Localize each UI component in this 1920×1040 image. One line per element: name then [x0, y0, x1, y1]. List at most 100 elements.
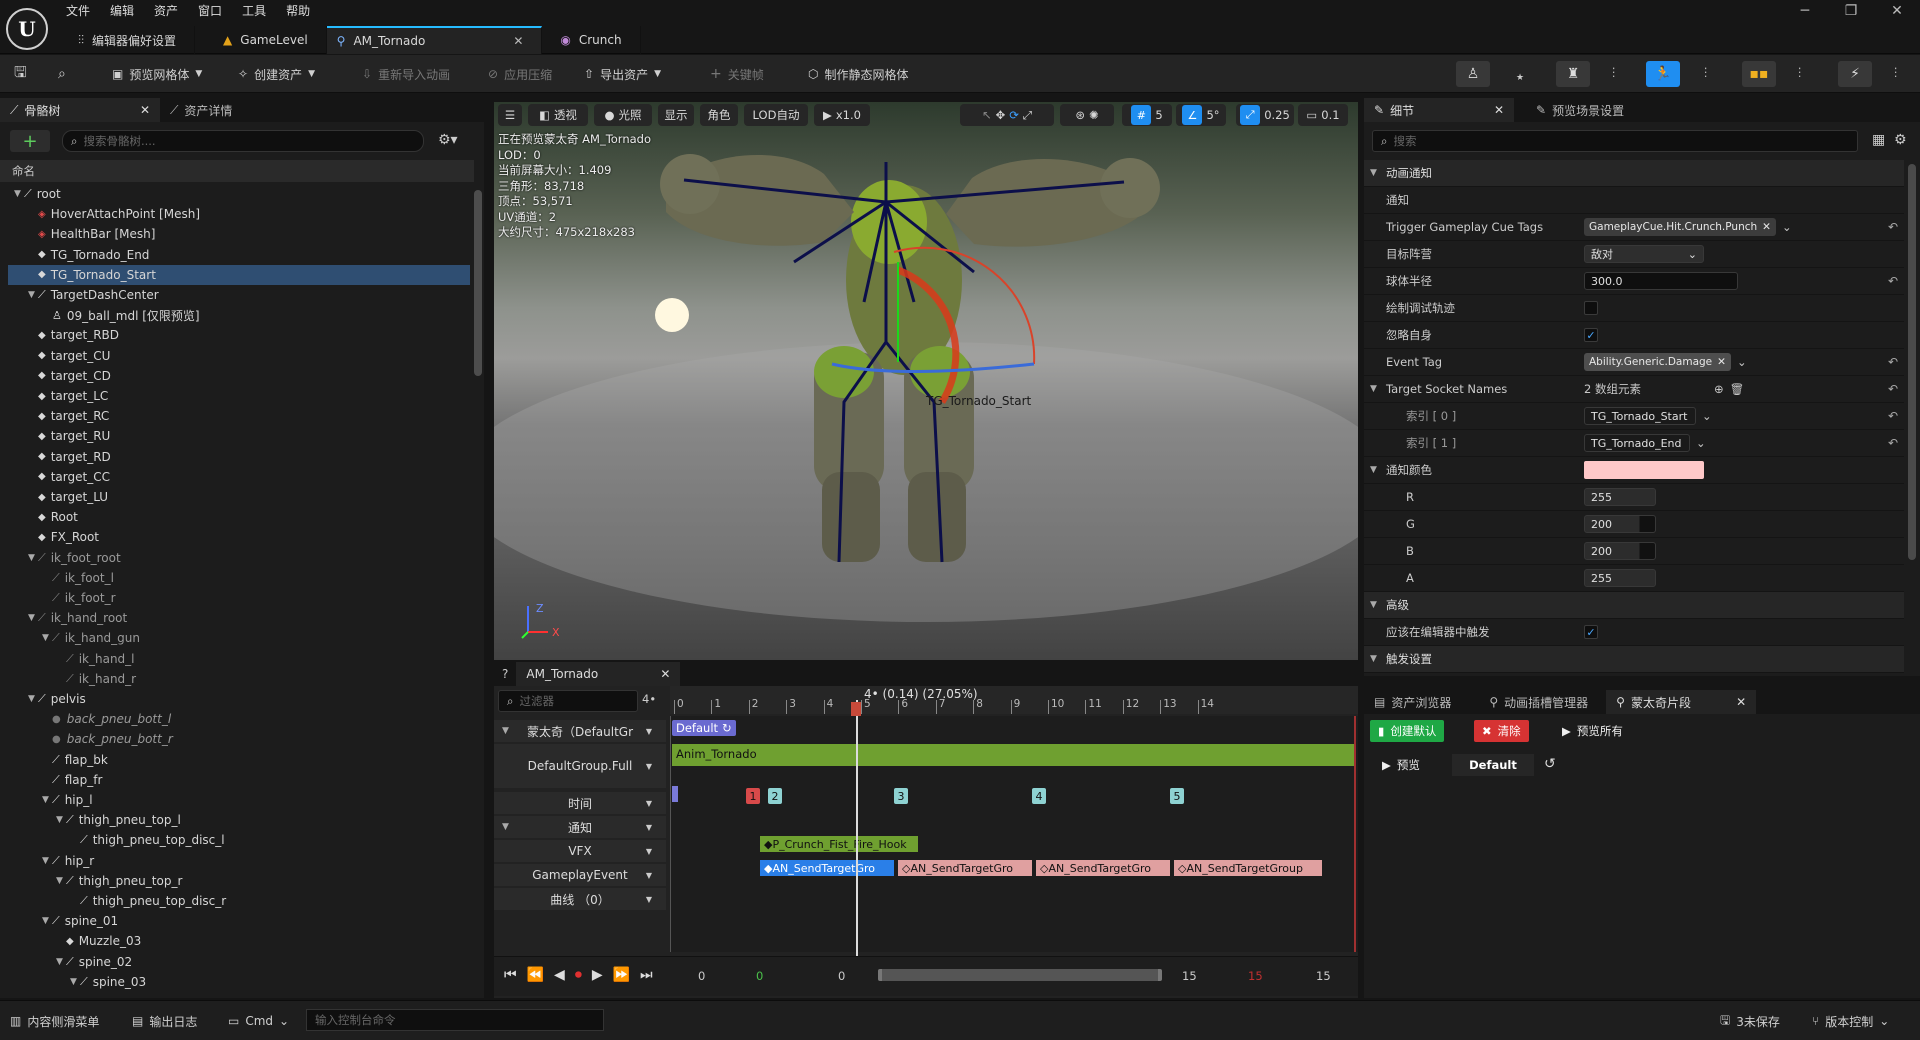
expand-arrow-icon[interactable]: ▼ [14, 189, 24, 199]
show-button[interactable]: 显示 [658, 104, 694, 126]
table-view-icon[interactable]: ▦ [1872, 132, 1885, 148]
reset-arrow-icon[interactable]: ↶ [1888, 355, 1898, 369]
skip-to-start-icon[interactable]: ⏮ [504, 967, 517, 983]
apply-compression-button[interactable]: ⊘ 应用压缩 [488, 62, 552, 86]
tree-row[interactable]: ▼ ⟋ ik_hand_gun [8, 628, 470, 648]
viewport-menu-button[interactable]: ☰ [498, 104, 522, 126]
tab-anim-slot-manager[interactable]: ⚲ 动画插槽管理器 [1479, 690, 1598, 714]
category-anim-notify[interactable]: ▼ 动画通知 [1364, 160, 1904, 187]
close-tab-icon[interactable]: ✕ [1736, 695, 1746, 709]
dropdown-icon[interactable]: ▼ [646, 847, 652, 856]
collapse-arrow-icon[interactable]: ▼ [502, 726, 512, 736]
time-marker-1[interactable]: 1 [746, 788, 760, 804]
playback-speed-button[interactable]: ▶ x1.0 [814, 104, 870, 126]
tree-row[interactable]: ◆ TG_Tornado_Start [8, 264, 470, 285]
tab-skeleton-tree[interactable]: ⟋ 骨骼树 ✕ [0, 98, 160, 122]
camera-speed-control[interactable]: ▭ 0.1 [1298, 104, 1348, 126]
menu-edit[interactable]: 编辑 [110, 2, 134, 22]
color-g-input[interactable]: 200 [1584, 515, 1656, 533]
timeline-ruler[interactable]: 0 1 2 3 4 5 6 7 8 9 10 11 12 13 14 [670, 686, 1358, 714]
track-default-group[interactable]: DefaultGroup.Full ▼ [494, 744, 666, 788]
tree-row[interactable]: ⟋ thigh_pneu_top_disc_l [8, 830, 470, 850]
remove-tag-icon[interactable]: ✕ [1717, 356, 1726, 368]
tab-am-tornado[interactable]: ⚲ AM_Tornado ✕ [326, 26, 543, 54]
play-icon[interactable]: ▶ [592, 967, 603, 983]
grid-snap-control[interactable]: # 5 [1122, 104, 1172, 126]
maximize-button[interactable]: ❐ [1828, 0, 1874, 22]
angle-snap-control[interactable]: ∠ 5° [1176, 104, 1226, 126]
category-trigger-settings[interactable]: ▼ 触发设置 [1364, 646, 1904, 673]
tree-row[interactable]: ⟋ ik_hand_r [8, 669, 470, 689]
expand-arrow-icon[interactable]: ▼ [28, 694, 38, 704]
details-search-input[interactable]: ⌕ 搜索 [1372, 130, 1858, 152]
scale-icon[interactable]: ⤢ [1023, 108, 1032, 123]
tab-gamelevel[interactable]: ▲ GameLevel [195, 26, 327, 54]
tree-row[interactable]: ◈ HoverAttachPoint [Mesh] [8, 204, 470, 224]
add-element-icon[interactable]: ⊕ [1714, 382, 1724, 396]
tree-row[interactable]: ● back_pneu_bott_r [8, 729, 470, 749]
mesh-mode-button[interactable]: ♜ [1556, 61, 1590, 87]
lit-mode-button[interactable]: ● 光照 [594, 104, 652, 126]
category-advanced[interactable]: ▼ 高级 [1364, 592, 1904, 619]
perspective-button[interactable]: ◧ 透视 [528, 104, 588, 126]
chevron-down-icon[interactable]: ⌄ [1696, 436, 1706, 450]
tree-row[interactable]: ◆ target_RU [8, 426, 470, 446]
collapse-arrow-icon[interactable]: ▼ [1370, 600, 1380, 610]
settings-gear-icon[interactable]: ⚙▾ [438, 132, 458, 148]
close-tab-icon[interactable]: ✕ [140, 103, 150, 117]
preview-mesh-button[interactable]: ▣ 预览网格体 ▼ [112, 62, 202, 86]
play-reverse-icon[interactable]: ◀ [554, 967, 565, 983]
dropdown-icon[interactable]: ▼ [646, 799, 652, 808]
track-time[interactable]: 时间 ▼ [494, 792, 666, 814]
tab-editor-preferences[interactable]: ⫶⫶ 编辑器偏好设置 [60, 26, 196, 54]
dropdown-icon[interactable]: ▼ [646, 727, 652, 736]
create-default-button[interactable]: ▮ 创建默认 [1370, 720, 1445, 742]
section-default[interactable]: Default ↻ [672, 720, 736, 736]
sphere-radius-input[interactable]: 300.0 [1584, 272, 1738, 290]
tree-row[interactable]: ⟋ ik_hand_l [8, 649, 470, 669]
color-a-input[interactable]: 255 [1584, 569, 1656, 587]
loop-icon[interactable]: ↺ [1544, 756, 1556, 772]
create-asset-button[interactable]: ✧ 创建资产 ▼ [238, 62, 315, 86]
close-tab-icon[interactable]: ✕ [1494, 103, 1504, 117]
skip-to-end-icon[interactable]: ⏭ [640, 967, 653, 983]
keyframe-button[interactable]: + 关键帧 [710, 62, 764, 86]
trash-icon[interactable]: 🗑 [1730, 382, 1745, 396]
menu-asset[interactable]: 资产 [154, 2, 178, 22]
tree-row[interactable]: ▼ ⟋ spine_03 [8, 972, 470, 992]
character-button[interactable]: 角色 [700, 104, 738, 126]
save-button[interactable]: 🖫 [14, 62, 27, 86]
chevron-down-icon[interactable]: ⌄ [1702, 409, 1712, 423]
target-camp-select[interactable]: 敌对 ⌄ [1584, 245, 1704, 263]
collapse-arrow-icon[interactable]: ▼ [1370, 168, 1380, 178]
remove-tag-icon[interactable]: ✕ [1762, 221, 1771, 233]
tree-row[interactable]: ♙ 09_ball_mdl [仅限预览] [8, 305, 470, 325]
collapse-arrow-icon[interactable]: ▼ [1370, 384, 1380, 394]
reset-arrow-icon[interactable]: ↶ [1888, 220, 1898, 234]
time-marker-2[interactable]: 2 [768, 788, 782, 804]
gameplay-cue-tag-chip[interactable]: GameplayCue.Hit.Crunch.Punch ✕ [1584, 218, 1776, 236]
skeleton-search-input[interactable]: ⌕ 搜索骨骼树.... [62, 130, 424, 152]
tree-row[interactable]: ◆ target_LC [8, 386, 470, 406]
skeleton-mode-button[interactable]: ♙ [1456, 61, 1490, 87]
unreal-logo[interactable]: U [6, 8, 48, 50]
collapse-arrow-icon[interactable]: ▼ [1370, 654, 1380, 664]
tree-row[interactable]: ◆ TG_Tornado_End [8, 245, 470, 265]
tab-crunch[interactable]: ◉ Crunch [542, 26, 641, 54]
gameplay-notify-4[interactable]: ◇ AN_SendTargetGroup [1174, 860, 1322, 876]
details-scrollbar[interactable] [1908, 164, 1916, 560]
tab-asset-browser[interactable]: ▤ 资产浏览器 [1364, 690, 1461, 714]
expand-arrow-icon[interactable]: ▼ [70, 977, 80, 987]
tree-row[interactable]: ▼ ⟋ ik_hand_root [8, 608, 470, 628]
dropdown-icon[interactable]: ▼ [646, 871, 652, 880]
expand-arrow-icon[interactable]: ▼ [42, 856, 52, 866]
tree-row[interactable]: ◆ target_RBD [8, 325, 470, 345]
more-options-icon[interactable]: ⋮ [1794, 65, 1806, 79]
tree-row[interactable]: ▼ ⟋ spine_01 [8, 911, 470, 931]
expand-arrow-icon[interactable]: ▼ [56, 815, 66, 825]
track-vfx[interactable]: VFX ▼ [494, 840, 666, 862]
draw-debug-checkbox[interactable] [1584, 301, 1598, 315]
tree-row[interactable]: ◆ target_CD [8, 366, 470, 386]
settings-gear-icon[interactable]: ⚙ [1894, 132, 1907, 148]
gameplay-notify-2[interactable]: ◇ AN_SendTargetGro [898, 860, 1032, 876]
